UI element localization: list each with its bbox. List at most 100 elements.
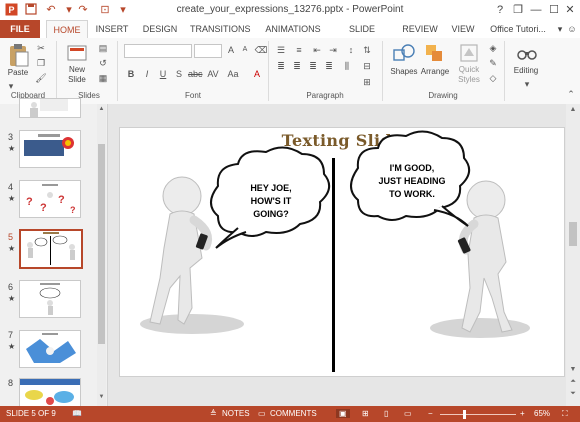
tab-design[interactable]: DESIGN [140,20,180,38]
shapes-label[interactable]: Shapes [388,67,420,76]
format-painter-icon[interactable]: 🖌 [34,72,48,84]
line-spacing-icon[interactable]: ↕ [344,44,358,56]
collapse-ribbon-icon[interactable]: ⌃ [564,88,578,100]
arrange-label[interactable]: Arrange [418,67,452,76]
paste-icon[interactable] [6,42,32,68]
section-icon[interactable]: ▦ [96,72,110,84]
slide-thumbnail-3[interactable] [19,130,81,168]
strikethrough-button[interactable]: abc [188,68,203,80]
help-button[interactable]: ? [492,2,508,18]
zoom-in-button[interactable]: + [520,409,525,418]
align-text-icon[interactable]: ⊟ [360,60,374,72]
shapes-icon[interactable] [392,42,416,66]
shadow-button[interactable]: S [172,68,186,80]
slide-thumbnail-6[interactable] [19,280,81,318]
tab-home[interactable]: HOME [46,20,88,39]
editing-label[interactable]: Editing [508,66,544,75]
font-size-combo[interactable] [194,44,222,58]
slide-scrollbar[interactable]: ▲ ▼ ⏶ ⏷ [566,104,580,406]
new-slide-label-2[interactable]: Slide [62,75,92,84]
comments-icon[interactable]: ▭ [258,409,266,418]
tab-animations[interactable]: ANIMATIONS [262,20,324,38]
slideshow-view-icon[interactable]: ▭ [404,409,412,418]
align-right-icon[interactable]: ≣ [306,60,320,72]
increase-indent-icon[interactable]: ⇥ [326,44,340,56]
ribbon-display-options-button[interactable]: ❐ [510,2,526,18]
shape-fill-icon[interactable]: ◈ [486,42,500,54]
account-dropdown-icon[interactable]: ▾ [554,20,566,38]
scroll-down-icon[interactable]: ▼ [566,366,580,376]
reading-view-icon[interactable]: ▯ [384,409,388,418]
tab-review[interactable]: REVIEW [398,20,442,38]
shrink-font-icon[interactable]: A [238,44,252,56]
slide-scroll-thumb[interactable] [569,222,577,246]
paste-label[interactable]: Paste [4,68,32,77]
notes-button[interactable]: NOTES [222,409,250,418]
tab-slideshow[interactable]: SLIDE SHOW [334,20,390,52]
bullets-icon[interactable]: ☰ [274,44,288,56]
justify-icon[interactable]: ≣ [322,60,336,72]
slide-canvas[interactable]: Texting Slide HEY JOE, HOW'S IT GOING? I… [119,127,565,377]
tab-transitions[interactable]: TRANSITIONS [190,20,251,38]
slide-thumbnail-5-selected[interactable] [19,229,83,269]
slide-sorter-icon[interactable]: ⊞ [362,409,369,418]
slide-thumbnail-7[interactable] [19,330,81,368]
zoom-out-button[interactable]: − [428,409,433,418]
quick-styles-icon[interactable] [458,42,480,66]
cut-icon[interactable]: ✂ [34,42,48,54]
zoom-percent[interactable]: 65% [534,409,550,418]
font-name-combo[interactable] [124,44,192,58]
reset-icon[interactable]: ↺ [96,57,110,69]
scroll-down-icon[interactable]: ▼ [97,394,106,402]
align-left-icon[interactable]: ≣ [274,60,288,72]
font-color-button[interactable]: A [250,68,264,80]
quick-styles-label-1[interactable]: Quick [452,65,486,74]
scroll-up-icon[interactable]: ▲ [566,106,580,116]
clear-formatting-icon[interactable]: ⌫ [254,44,268,56]
comments-button[interactable]: COMMENTS [270,409,317,418]
layout-icon[interactable]: ▤ [96,42,110,54]
next-slide-icon[interactable]: ⏷ [566,390,580,400]
scroll-up-icon[interactable]: ▲ [97,106,106,114]
italic-button[interactable]: I [140,68,154,80]
columns-icon[interactable]: ⫼ [340,60,354,72]
previous-slide-icon[interactable]: ⏶ [566,378,580,388]
zoom-slider-track[interactable] [440,410,516,419]
character-spacing-button[interactable]: AV [206,68,220,80]
new-slide-icon[interactable] [66,42,88,64]
tab-file[interactable]: FILE [0,20,40,38]
editing-dropdown-icon[interactable]: ▾ [520,78,534,90]
normal-view-icon[interactable]: ▣ [336,409,350,418]
maximize-button[interactable]: ☐ [546,2,562,18]
thumbnail-scrollbar[interactable]: ▲ ▼ [97,104,106,406]
account-name[interactable]: Office Tutori... [486,20,550,38]
thumbnail-scroll-thumb[interactable] [98,144,105,344]
numbering-icon[interactable]: ≡ [292,44,306,56]
minimize-button[interactable]: — [528,2,544,18]
close-button[interactable]: ✕ [562,2,578,18]
quick-styles-label-2[interactable]: Styles [452,75,486,84]
bold-button[interactable]: B [124,68,138,80]
spelling-icon[interactable]: 📖 [72,409,82,418]
change-case-button[interactable]: Aa [226,68,240,80]
binoculars-icon[interactable] [516,42,538,64]
smiley-icon[interactable]: ☺ [566,20,578,38]
slide-thumbnail-2[interactable] [19,98,81,118]
shape-effects-icon[interactable]: ◇ [486,72,500,84]
shape-outline-icon[interactable]: ✎ [486,57,500,69]
text-direction-icon[interactable]: ⇅ [360,44,374,56]
arrange-icon[interactable] [424,42,446,66]
tab-view[interactable]: VIEW [448,20,478,38]
tab-insert[interactable]: INSERT [92,20,132,38]
underline-button[interactable]: U [156,68,170,80]
smartart-icon[interactable]: ⊞ [360,76,374,88]
copy-icon[interactable]: ❐ [34,57,48,69]
slide-counter[interactable]: SLIDE 5 OF 9 [6,409,56,418]
grow-font-icon[interactable]: A [224,44,238,56]
slide-thumbnail-4[interactable]: ???? [19,180,81,218]
notes-icon[interactable]: ≜ [210,409,217,418]
align-center-icon[interactable]: ≣ [290,60,304,72]
new-slide-label-1[interactable]: New [62,65,92,74]
zoom-slider-thumb[interactable] [463,410,466,419]
decrease-indent-icon[interactable]: ⇤ [310,44,324,56]
